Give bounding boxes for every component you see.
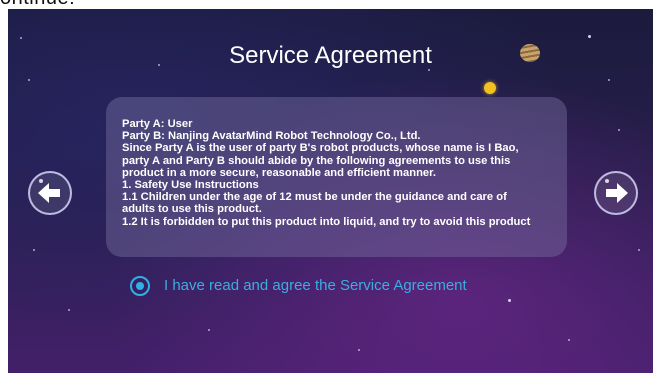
agreement-line: 1.2 It is forbidden to put this product … xyxy=(122,215,531,228)
agreement-line: Party A: User xyxy=(122,118,193,130)
agreement-line: Party B: Nanjing AvatarMind Robot Techno… xyxy=(122,130,421,143)
planet-icon xyxy=(520,44,540,62)
agreement-screen: Service Agreement Party A: User Party B:… xyxy=(8,9,653,373)
top-cutoff-strip: ontinue: xyxy=(0,0,657,9)
previous-button[interactable] xyxy=(28,171,72,215)
moon-icon xyxy=(484,82,496,94)
arrow-right-icon xyxy=(605,179,628,203)
agreement-line: adults to use this product. xyxy=(122,203,262,216)
agreement-panel[interactable]: Party A: User Party B: Nanjing AvatarMin… xyxy=(106,97,567,257)
cutoff-text: ontinue: xyxy=(0,0,75,9)
radio-selected-dot xyxy=(136,282,144,290)
page-title: Service Agreement xyxy=(229,42,432,69)
next-button[interactable] xyxy=(594,171,638,215)
agreement-line: 1.1 Children under the age of 12 must be… xyxy=(122,191,507,204)
agreement-line: party A and Party B should abide by the … xyxy=(122,154,511,167)
agreement-line: 1. Safety Use Instructions xyxy=(122,179,259,192)
agree-label[interactable]: I have read and agree the Service Agreem… xyxy=(164,277,467,294)
agreement-line: Since Party A is the user of party B's r… xyxy=(122,142,519,155)
agreement-line: product in a more secure, reasonable and… xyxy=(122,166,436,179)
agree-radio[interactable] xyxy=(130,276,150,296)
agreement-text: Party A: User Party B: Nanjing AvatarMin… xyxy=(122,118,554,244)
arrow-left-icon xyxy=(38,179,60,203)
